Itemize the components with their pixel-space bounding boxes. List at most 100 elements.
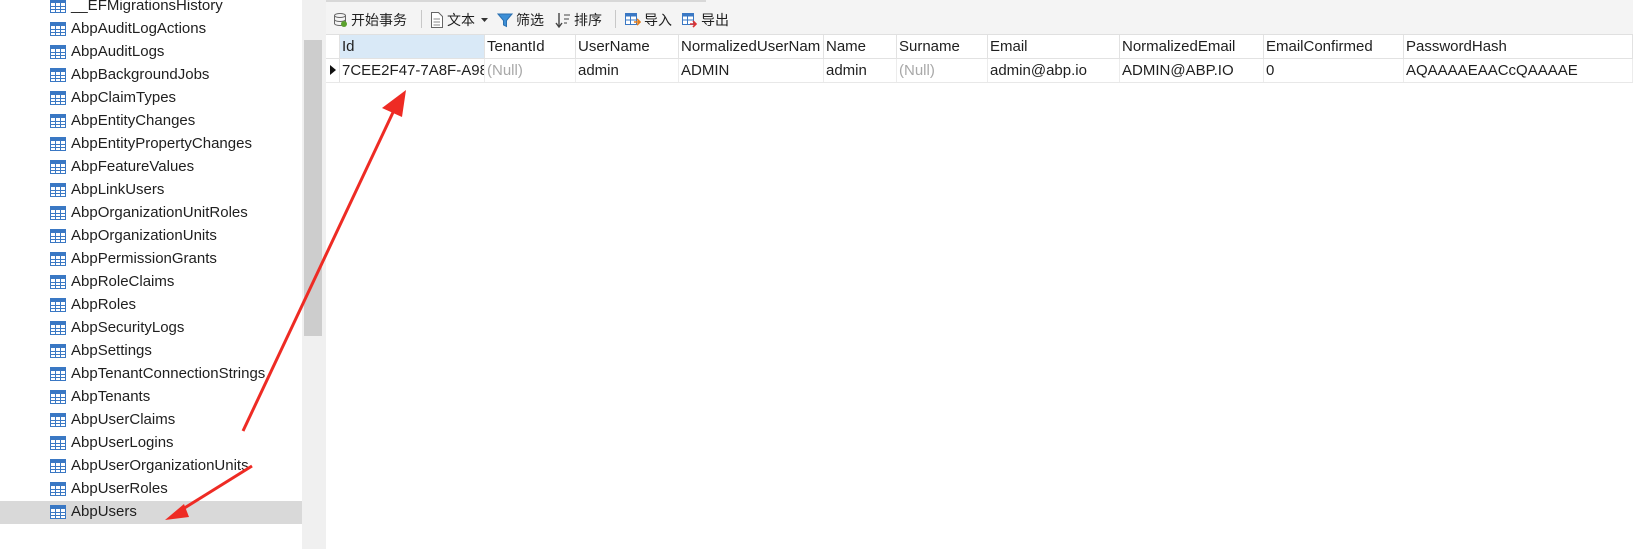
tree-item-abpfeaturevalues[interactable]: AbpFeatureValues	[0, 156, 302, 179]
tree-item-abpuserlogins[interactable]: AbpUserLogins	[0, 432, 302, 455]
sort-button[interactable]: 排序	[555, 9, 602, 31]
tree-item-abpusers[interactable]: AbpUsers	[0, 501, 302, 524]
tree-item-abptenants[interactable]: AbpTenants	[0, 386, 302, 409]
row-indicator[interactable]	[326, 59, 340, 82]
header-row-indicator	[326, 35, 340, 58]
tree-item-abpsecuritylogs[interactable]: AbpSecurityLogs	[0, 317, 302, 340]
column-header-surname[interactable]: Surname	[897, 35, 988, 58]
sidebar-scrollbar-thumb[interactable]	[304, 40, 322, 336]
tree-item-label: AbpFeatureValues	[71, 158, 195, 175]
table-data-view: 开始事务 文本 筛选 排序 导入 导出 Id TenantId UserName…	[326, 0, 1633, 549]
table-icon	[50, 22, 66, 36]
table-icon	[50, 275, 66, 289]
document-icon	[431, 12, 443, 28]
tree-item-abptenantconnectionstrings[interactable]: AbpTenantConnectionStrings	[0, 363, 302, 386]
filter-button[interactable]: 筛选	[497, 9, 544, 31]
tree-item-label: AbpPermissionGrants	[71, 250, 217, 267]
table-icon	[50, 390, 66, 404]
begin-transaction-button[interactable]: 开始事务	[332, 9, 407, 31]
cell-passwordhash[interactable]: AQAAAAEAACcQAAAAE	[1404, 59, 1633, 82]
tree-item-abpclaimtypes[interactable]: AbpClaimTypes	[0, 87, 302, 110]
column-header-id[interactable]: Id	[340, 35, 485, 58]
tree-item-label: __EFMigrationsHistory	[71, 0, 223, 14]
cell-emailconfirmed[interactable]: 0	[1264, 59, 1404, 82]
tree-item-abpbackgroundjobs[interactable]: AbpBackgroundJobs	[0, 64, 302, 87]
begin-transaction-label: 开始事务	[351, 12, 407, 28]
table-icon	[50, 298, 66, 312]
tree-item-label: AbpRoleClaims	[71, 273, 175, 290]
table-icon	[50, 160, 66, 174]
column-header-passwordhash[interactable]: PasswordHash	[1404, 35, 1633, 58]
table-icon	[50, 45, 66, 59]
cell-name[interactable]: admin	[824, 59, 897, 82]
tree-item-abpuserorganizationunits[interactable]: AbpUserOrganizationUnits	[0, 455, 302, 478]
table-icon	[50, 0, 66, 13]
cell-normalizedemail[interactable]: ADMIN@ABP.IO	[1120, 59, 1264, 82]
tree-item-abpauditlogactions[interactable]: AbpAuditLogActions	[0, 18, 302, 41]
table-icon	[50, 413, 66, 427]
tree-item-label: AbpAuditLogActions	[71, 20, 207, 37]
table-icon	[50, 183, 66, 197]
tree-item-label: AbpOrganizationUnits	[71, 227, 217, 244]
tree-item-abpsettings[interactable]: AbpSettings	[0, 340, 302, 363]
grid-header-row: Id TenantId UserName NormalizedUserNam N…	[326, 35, 1633, 59]
tree-item-label: AbpEntityChanges	[71, 112, 196, 129]
table-icon	[50, 367, 66, 381]
tree-item-label: AbpRoles	[71, 296, 137, 313]
text-view-label: 文本	[447, 12, 475, 28]
table-row[interactable]: 7CEE2F47-7A8F-A98 (Null) admin ADMIN adm…	[326, 59, 1633, 83]
current-row-pointer-icon	[330, 65, 336, 75]
tree-item-abpentitychanges[interactable]: AbpEntityChanges	[0, 110, 302, 133]
tree-item-label: AbpUserLogins	[71, 434, 174, 451]
column-header-normalizedemail[interactable]: NormalizedEmail	[1120, 35, 1264, 58]
tree-item-label: AbpUsers	[71, 503, 137, 520]
tree-item-efmigrationshistory[interactable]: __EFMigrationsHistory	[0, 0, 302, 18]
tree-item-abpuserclaims[interactable]: AbpUserClaims	[0, 409, 302, 432]
column-header-normalizedusername[interactable]: NormalizedUserNam	[679, 35, 824, 58]
export-label: 导出	[701, 12, 729, 28]
tree-item-label: AbpUserClaims	[71, 411, 176, 428]
column-header-tenantid[interactable]: TenantId	[485, 35, 576, 58]
cell-id[interactable]: 7CEE2F47-7A8F-A98	[340, 59, 485, 82]
toolbar-separator	[615, 10, 616, 28]
table-icon	[50, 321, 66, 335]
grid-toolbar: 开始事务 文本 筛选 排序 导入 导出	[326, 0, 1633, 35]
table-icon	[50, 344, 66, 358]
cell-normalizedusername[interactable]: ADMIN	[679, 59, 824, 82]
column-header-emailconfirmed[interactable]: EmailConfirmed	[1264, 35, 1404, 58]
column-header-username[interactable]: UserName	[576, 35, 679, 58]
table-icon	[50, 482, 66, 496]
tree-item-abpauditlogs[interactable]: AbpAuditLogs	[0, 41, 302, 64]
table-icon	[50, 68, 66, 82]
import-label: 导入	[644, 12, 672, 28]
text-view-button[interactable]: 文本	[430, 9, 492, 31]
import-button[interactable]: 导入	[625, 9, 672, 31]
column-header-email[interactable]: Email	[988, 35, 1120, 58]
tree-item-label: AbpAuditLogs	[71, 43, 165, 60]
table-icon	[50, 505, 66, 519]
cell-surname[interactable]: (Null)	[897, 59, 988, 82]
cell-email[interactable]: admin@abp.io	[988, 59, 1120, 82]
sort-icon	[555, 13, 570, 28]
cell-tenantid[interactable]: (Null)	[485, 59, 576, 82]
tree-item-abpuserroles[interactable]: AbpUserRoles	[0, 478, 302, 501]
export-icon	[682, 13, 698, 28]
tree-item-label: AbpSettings	[71, 342, 152, 359]
cell-username[interactable]: admin	[576, 59, 679, 82]
tree-item-abporganizationunitroles[interactable]: AbpOrganizationUnitRoles	[0, 202, 302, 225]
table-icon	[50, 436, 66, 450]
tree-item-label: AbpUserOrganizationUnits	[71, 457, 249, 474]
tree-item-abproles[interactable]: AbpRoles	[0, 294, 302, 317]
tree-item-abpentitypropertychanges[interactable]: AbpEntityPropertyChanges	[0, 133, 302, 156]
table-icon	[50, 206, 66, 220]
table-icon	[50, 91, 66, 105]
tree-item-abplinkusers[interactable]: AbpLinkUsers	[0, 179, 302, 202]
tree-item-label: AbpClaimTypes	[71, 89, 177, 106]
column-header-name[interactable]: Name	[824, 35, 897, 58]
tree-item-abporganizationunits[interactable]: AbpOrganizationUnits	[0, 225, 302, 248]
tree-item-abproleclaims[interactable]: AbpRoleClaims	[0, 271, 302, 294]
caret-down-icon	[481, 18, 488, 22]
export-button[interactable]: 导出	[682, 9, 729, 31]
tree-item-abppermissiongrants[interactable]: AbpPermissionGrants	[0, 248, 302, 271]
tree-item-label: AbpOrganizationUnitRoles	[71, 204, 248, 221]
